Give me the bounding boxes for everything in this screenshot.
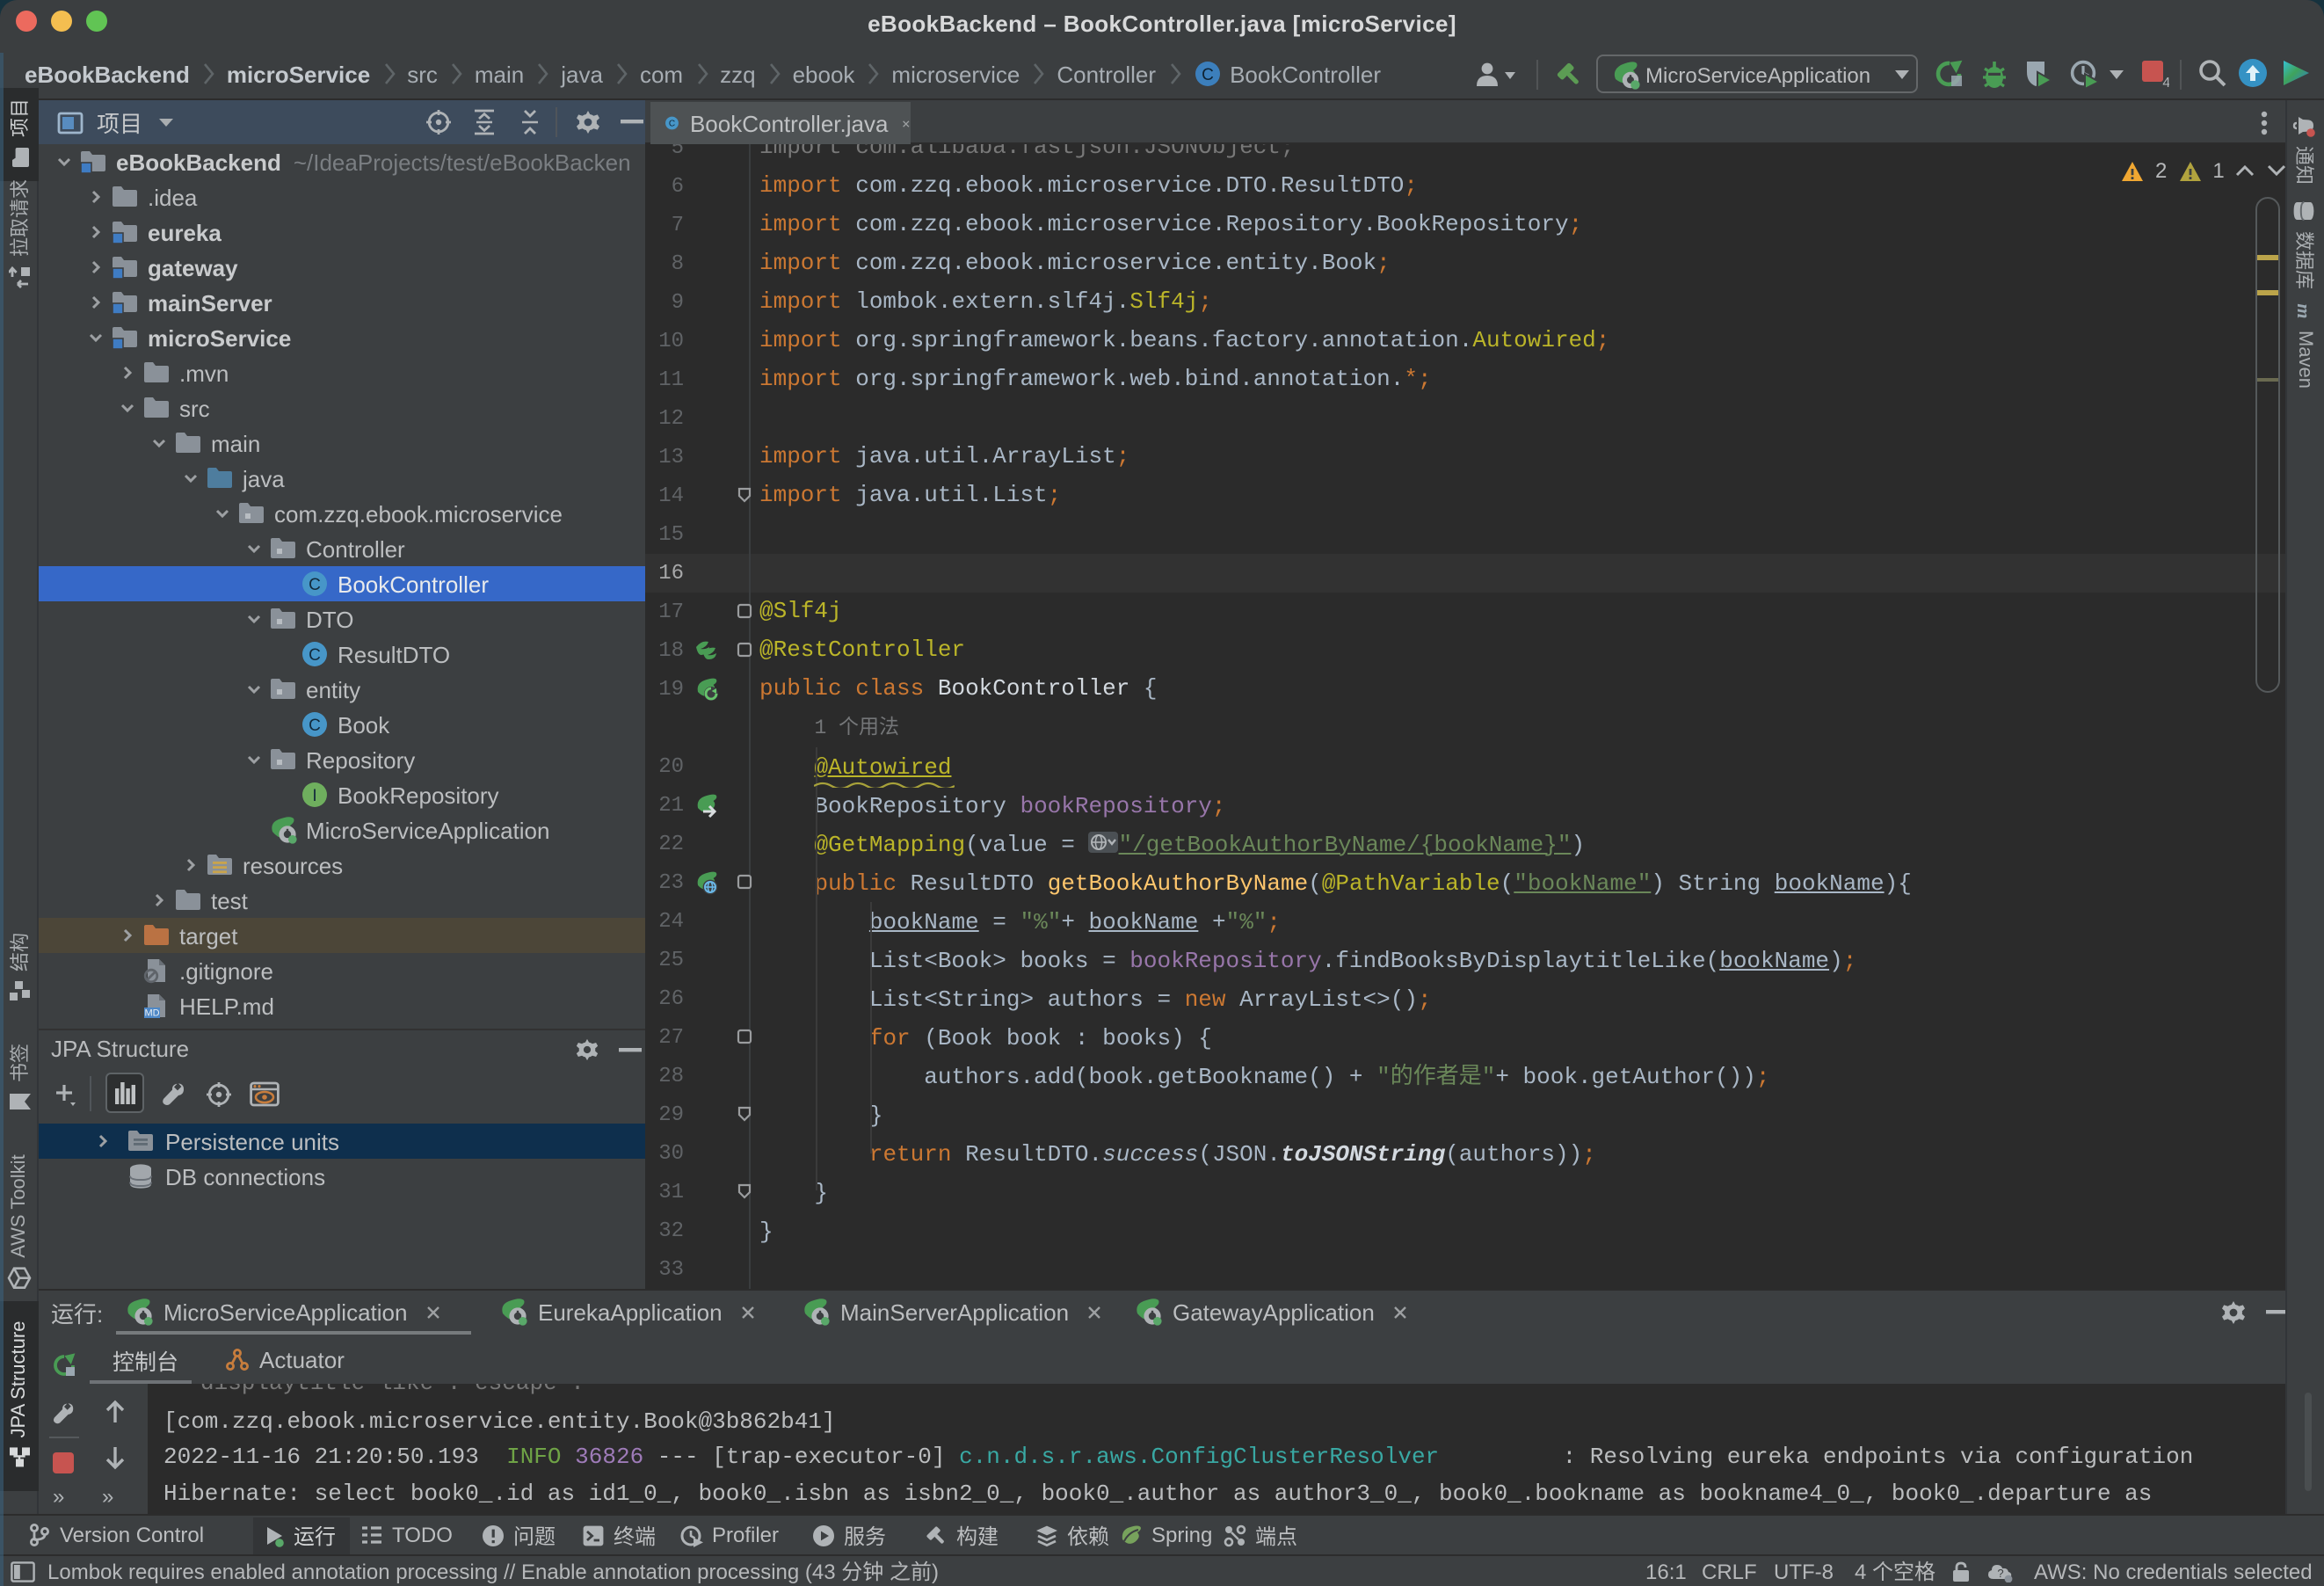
svg-text:C: C (309, 717, 321, 735)
svg-text:C: C (669, 120, 675, 129)
svg-text:C: C (309, 646, 321, 665)
svg-text:?: ? (1997, 1567, 2003, 1580)
svg-text:C: C (1201, 66, 1213, 84)
svg-text:I: I (312, 787, 316, 805)
svg-text:4: 4 (2162, 76, 2169, 88)
svg-text:m: m (2294, 303, 2315, 318)
svg-text:MD: MD (144, 1008, 159, 1019)
svg-text:C: C (309, 576, 321, 594)
